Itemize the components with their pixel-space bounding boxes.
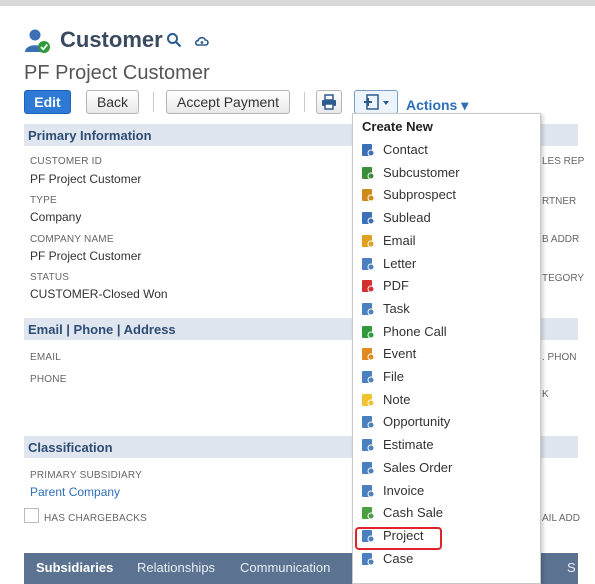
menu-item-label: Opportunity (383, 414, 451, 430)
menu-item-subprospect[interactable]: Subprospect (355, 184, 538, 206)
create-new-header: Create New (362, 119, 433, 134)
web-address-label: B ADDR (542, 234, 580, 245)
event-icon (362, 348, 375, 361)
record-name: PF Project Customer (24, 62, 210, 84)
primary-subsidiary-link[interactable]: Parent Company (30, 485, 120, 499)
menu-item-label: Phone Call (383, 323, 447, 339)
tab-s[interactable]: S (567, 560, 576, 575)
partner-label: RTNER (542, 196, 577, 207)
type-label: TYPE (30, 195, 57, 206)
menu-item-cash-sale[interactable]: Cash Sale (355, 502, 538, 524)
subprospect-icon (362, 189, 375, 202)
back-button[interactable]: Back (86, 90, 139, 114)
menu-item-label: Sublead (383, 210, 431, 226)
file-icon (362, 371, 375, 384)
menu-item-event[interactable]: Event (355, 343, 538, 365)
phone-icon (362, 325, 375, 339)
menu-item-label: Event (383, 346, 417, 362)
menu-item-opportunity[interactable]: Opportunity (355, 411, 538, 433)
email-address-label: AIL ADD (542, 513, 580, 524)
email-label: EMAIL (30, 352, 62, 363)
menu-item-task[interactable]: Task (355, 298, 538, 320)
customer-id-value: PF Project Customer (30, 172, 142, 186)
task-icon (362, 302, 375, 316)
menu-item-label: Task (383, 300, 410, 316)
menu-item-file[interactable]: File (355, 366, 538, 388)
create-new-button[interactable] (354, 90, 398, 114)
menu-item-label: Invoice (383, 482, 425, 498)
phone-label: PHONE (30, 374, 67, 385)
opportunity-icon (362, 416, 375, 429)
alt-phone-label: . PHON (542, 352, 577, 363)
new-record-icon (364, 94, 389, 110)
page-title: Customer (60, 27, 163, 52)
print-icon (322, 94, 336, 110)
menu-item-label: Subcustomer (383, 164, 460, 180)
type-value: Company (30, 210, 82, 224)
menu-item-label: Email (383, 232, 416, 248)
tab-subsidiaries[interactable]: Subsidiaries (36, 560, 113, 575)
menu-item-label: Letter (383, 255, 417, 271)
estimate-icon (362, 439, 375, 452)
menu-item-label: Subprospect (383, 187, 456, 203)
status-value: CUSTOMER-Closed Won (30, 287, 168, 301)
menu-item-sales-order[interactable]: Sales Order (355, 457, 538, 479)
tab-communication[interactable]: Communication (240, 560, 330, 575)
subcustomer-icon (362, 166, 375, 180)
letter-icon (362, 257, 375, 270)
menu-item-label: Contact (383, 142, 428, 157)
pdf-icon (362, 280, 375, 293)
menu-item-email[interactable]: Email (355, 230, 538, 252)
actions-menu[interactable]: Actions ▾ (406, 97, 468, 114)
customer-id-label: CUSTOMER ID (30, 156, 103, 167)
case-icon (362, 552, 375, 566)
menu-item-sublead[interactable]: Sublead (355, 207, 538, 229)
toolbar-divider (304, 92, 305, 112)
menu-item-label: Cash Sale (383, 505, 443, 521)
menu-item-label: File (383, 369, 404, 384)
note-icon (362, 393, 375, 407)
menu-item-subcustomer[interactable]: Subcustomer (355, 162, 538, 184)
category-label: TEGORY (542, 273, 585, 284)
menu-item-contact[interactable]: Contact (355, 139, 538, 161)
menu-item-label: Sales Order (383, 459, 453, 475)
has-chargebacks-checkbox[interactable] (24, 508, 39, 523)
menu-item-pdf[interactable]: PDF (355, 275, 538, 297)
menu-item-note[interactable]: Note (355, 389, 538, 411)
edit-button[interactable]: Edit (24, 90, 71, 114)
cloud-icon[interactable] (194, 32, 210, 48)
menu-item-label: Note (383, 391, 411, 407)
tab-relationships[interactable]: Relationships (137, 560, 215, 575)
email-icon (362, 234, 375, 248)
customer-icon (25, 29, 50, 53)
primary-subsidiary-label: PRIMARY SUBSIDIARY (30, 470, 142, 481)
sublead-icon (362, 212, 375, 225)
sales-rep-label: LES REP (542, 156, 585, 167)
search-icon[interactable] (166, 32, 182, 48)
company-name-label: COMPANY NAME (30, 234, 114, 245)
project-highlight-outline (355, 527, 442, 550)
cash-sale-icon (362, 507, 375, 520)
invoice-icon (362, 484, 375, 497)
top-chrome-strip (0, 0, 595, 6)
contact-icon (362, 144, 375, 157)
fax-label: K (542, 389, 549, 400)
has-chargebacks-label: HAS CHARGEBACKS (44, 513, 148, 524)
menu-item-label: Estimate (383, 437, 434, 453)
menu-item-phone[interactable]: Phone Call (355, 321, 538, 343)
accept-payment-button[interactable]: Accept Payment (166, 90, 290, 114)
menu-item-label: Case (383, 550, 414, 566)
sales-order-icon (362, 461, 375, 475)
menu-item-estimate[interactable]: Estimate (355, 434, 538, 456)
menu-item-case[interactable]: Case (355, 548, 538, 570)
toolbar-divider (153, 92, 154, 112)
company-name-value: PF Project Customer (30, 249, 142, 263)
print-button[interactable] (316, 90, 342, 114)
status-label: STATUS (30, 272, 70, 283)
menu-item-label: PDF (383, 278, 409, 294)
menu-item-invoice[interactable]: Invoice (355, 480, 538, 502)
menu-item-letter[interactable]: Letter (355, 253, 538, 275)
